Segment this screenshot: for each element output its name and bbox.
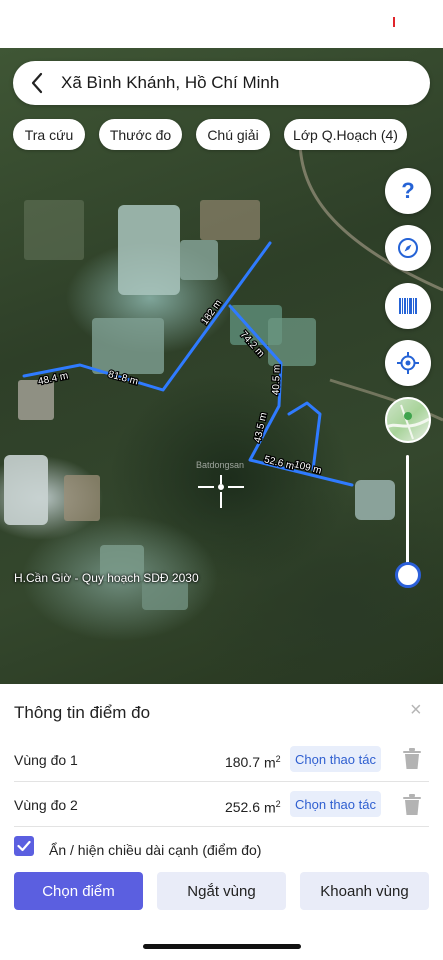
road [298,139,443,292]
status-bar [0,0,443,48]
opacity-slider-knob[interactable] [395,562,421,588]
checkmark-icon [17,840,31,852]
pond [355,480,395,520]
chip-tra-cuu[interactable]: Tra cứu [13,119,85,150]
chip-chu-giai[interactable]: Chú giải [196,119,270,150]
opacity-slider-track[interactable] [406,455,409,575]
trash-icon[interactable] [402,748,422,770]
map-layer-caption: H.Cần Giờ - Quy hoạch SDĐ 2030 [14,571,199,585]
area-row-value: 252.6 [224,799,260,815]
choose-point-button[interactable]: Chọn điểm [14,872,143,910]
barcode-button[interactable] [385,283,431,329]
area-row-label: Vùng đo 2 [14,797,78,813]
map-layer-button[interactable] [385,397,431,443]
barcode-icon [399,298,417,314]
measurement-panel [0,684,443,960]
question-mark-icon: ? [401,178,415,203]
home-indicator [143,944,301,949]
locate-button[interactable] [385,340,431,386]
area-row-label: Vùng đo 1 [14,752,78,768]
status-indicator [393,17,395,27]
field [64,475,100,521]
pond [118,205,180,295]
locate-icon [397,352,419,374]
area-row-unit: m2 [264,799,281,816]
compass-button[interactable] [385,225,431,271]
row-divider [14,781,429,782]
compass-icon [398,238,418,258]
cut-area-button[interactable]: Ngắt vùng [157,872,286,910]
show-edge-length-checkbox[interactable] [14,836,34,856]
help-button[interactable]: ? [385,168,431,214]
map-layer-icon [387,404,429,440]
pond [268,318,316,366]
field [18,380,54,420]
area-row-value: 180.7 [224,754,260,770]
chip-lop-quy-hoach[interactable]: Lớp Q.Hoạch (4) [284,119,407,150]
pond [92,318,164,374]
area-row-unit: m2 [264,754,281,771]
segment-label: 52.6 m [263,454,295,472]
location-title: Xã Bình Khánh, Hồ Chí Minh [61,73,280,92]
chip-thuoc-do[interactable]: Thước đo [99,119,182,150]
field [24,200,84,260]
row-divider [14,826,429,827]
trash-icon[interactable] [402,794,422,816]
pond [180,240,218,280]
close-icon[interactable]: × [410,699,422,722]
chevron-left-icon [31,72,43,94]
search-bar[interactable]: Xã Bình Khánh, Hồ Chí Minh [13,61,430,105]
pond [4,455,48,525]
crosshair-icon [198,475,244,508]
watermark: Batdongsan [196,460,244,470]
draw-area-button[interactable]: Khoanh vùng [300,872,429,910]
back-button[interactable] [13,61,61,105]
show-edge-length-label: Ẩn / hiện chiều dài cạnh (điểm đo) [49,842,262,858]
measurement-line-3 [287,401,322,472]
choose-action-button[interactable]: Chọn thao tác [290,791,381,817]
segment-label: 40.5 m [271,364,283,395]
panel-title: Thông tin điểm đo [14,703,151,722]
choose-action-button[interactable]: Chọn thao tác [290,746,381,772]
field [200,200,260,240]
